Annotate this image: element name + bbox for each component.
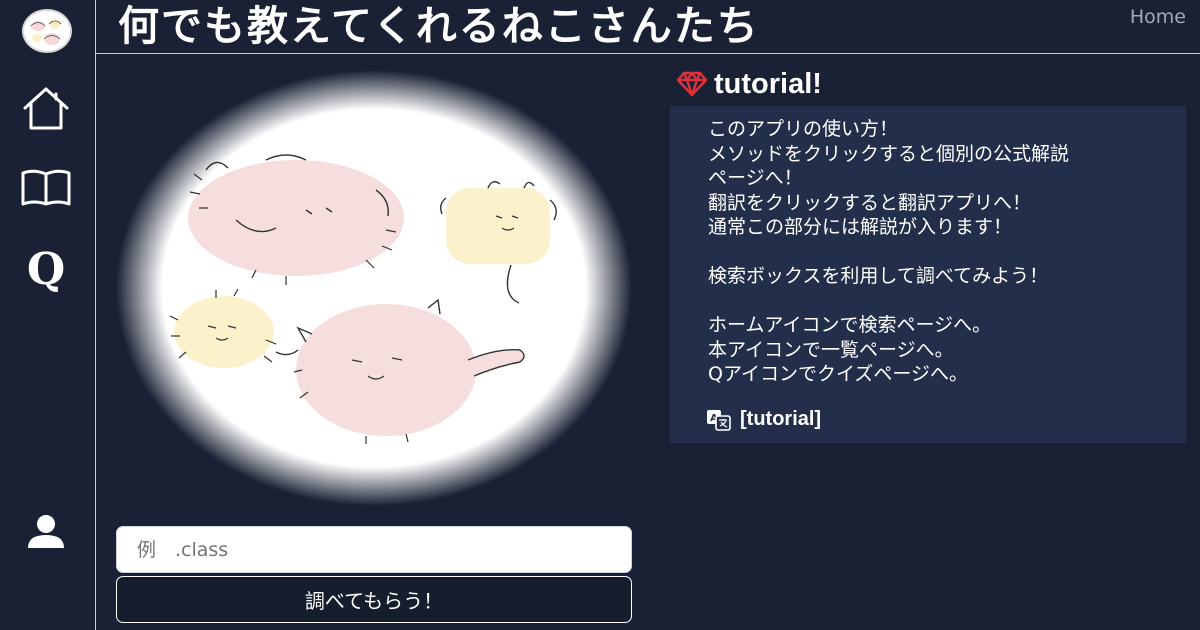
tutorial-text: このアプリの使い方！ メソッドをクリックすると個別の公式解説 ページへ！ 翻訳を… (708, 117, 1178, 387)
page-title: 何でも教えてくれるねこさんたち (118, 2, 760, 50)
sidebar-item-list[interactable] (16, 158, 76, 218)
app-logo[interactable] (22, 9, 72, 53)
sidebar-item-home[interactable] (16, 78, 76, 138)
tutorial-line: ページへ！ (708, 167, 803, 189)
sidebar: Q (0, 0, 96, 630)
sidebar-item-user[interactable] (16, 502, 76, 562)
tutorial-header: tutorial! (676, 66, 822, 102)
tutorial-line: メソッドをクリックすると個別の公式解説 (708, 142, 1070, 165)
book-icon (21, 169, 71, 206)
quiz-icon: Q (26, 244, 66, 295)
tutorial-line: 翻訳をクリックすると翻訳アプリへ！ (708, 191, 1032, 214)
tutorial-line: このアプリの使い方！ (708, 118, 899, 140)
home-link[interactable]: Home (1130, 6, 1186, 28)
tutorial-panel: このアプリの使い方！ メソッドをクリックすると個別の公式解説 ページへ！ 翻訳を… (670, 106, 1186, 443)
tutorial-line (708, 240, 1178, 265)
search-submit-button[interactable]: 調べてもらう！ (116, 576, 632, 623)
cats-illustration (116, 70, 632, 506)
sidebar-item-quiz[interactable]: Q (16, 240, 76, 300)
tutorial-line: 検索ボックスを利用して調べてみよう！ (708, 265, 1049, 287)
tutorial-line (708, 289, 1178, 314)
header: 何でも教えてくれるねこさんたち Home (96, 0, 1200, 54)
tutorial-title: tutorial! (714, 67, 822, 100)
tutorial-line: 通常この部分には解説が入ります！ (708, 216, 1013, 238)
gem-icon (676, 71, 708, 97)
translate-icon: A (707, 409, 731, 431)
tutorial-line: 本アイコンで一覧ページへ。 (708, 338, 954, 361)
tutorial-line: ホームアイコンで検索ページへ。 (708, 314, 992, 336)
tutorial-line: Qアイコンでクイズページへ。 (708, 363, 969, 385)
translate-link[interactable]: A [tutorial] (706, 408, 821, 431)
search-input[interactable] (116, 526, 632, 573)
translate-label: [tutorial] (740, 408, 822, 430)
home-icon (23, 87, 69, 130)
user-icon (28, 515, 64, 548)
